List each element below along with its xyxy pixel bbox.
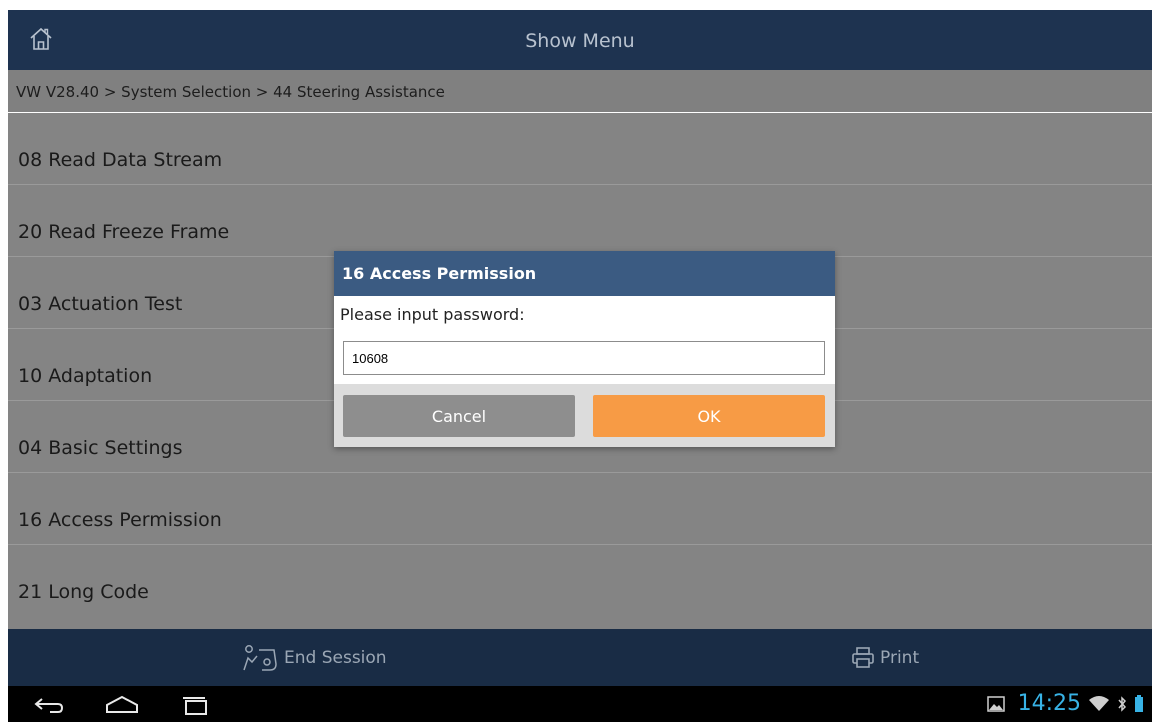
ok-button[interactable]: OK <box>593 395 825 437</box>
menu-item-read-data-stream[interactable]: 08 Read Data Stream <box>8 113 1152 185</box>
page-title: Show Menu <box>525 30 635 52</box>
app-header: Show Menu <box>8 10 1152 70</box>
home-icon[interactable] <box>28 26 54 52</box>
home-nav-icon[interactable] <box>104 694 140 716</box>
top-strip <box>0 0 1152 10</box>
cancel-button[interactable]: Cancel <box>343 395 575 437</box>
status-area: 14:25 <box>986 686 1144 722</box>
recent-apps-icon[interactable] <box>178 694 212 716</box>
password-input[interactable] <box>343 341 825 375</box>
system-nav-bar: 14:25 <box>8 686 1152 722</box>
end-session-button[interactable]: End Session <box>240 629 387 686</box>
dialog-title: 16 Access Permission <box>334 251 835 296</box>
clock: 14:25 <box>1017 691 1081 716</box>
image-notification-icon <box>986 696 1005 712</box>
back-icon[interactable] <box>32 694 66 716</box>
end-session-label: End Session <box>284 648 387 668</box>
wifi-icon <box>1089 696 1109 711</box>
dialog-button-bar: Cancel OK <box>334 384 835 447</box>
action-bar: End Session Print <box>8 629 1152 686</box>
menu-item-long-code[interactable]: 21 Long Code <box>8 545 1152 629</box>
password-prompt: Please input password: <box>340 305 525 324</box>
print-label: Print <box>880 648 920 668</box>
breadcrumb: VW V28.40 > System Selection > 44 Steeri… <box>8 70 1152 112</box>
menu-item-read-freeze-frame[interactable]: 20 Read Freeze Frame <box>8 185 1152 257</box>
print-button[interactable]: Print <box>850 629 919 686</box>
end-session-icon <box>243 645 277 671</box>
menu-item-access-permission[interactable]: 16 Access Permission <box>8 473 1152 545</box>
access-permission-dialog: 16 Access Permission Please input passwo… <box>334 251 835 447</box>
battery-icon <box>1135 695 1143 712</box>
print-icon <box>852 647 874 668</box>
bluetooth-icon <box>1118 696 1127 712</box>
